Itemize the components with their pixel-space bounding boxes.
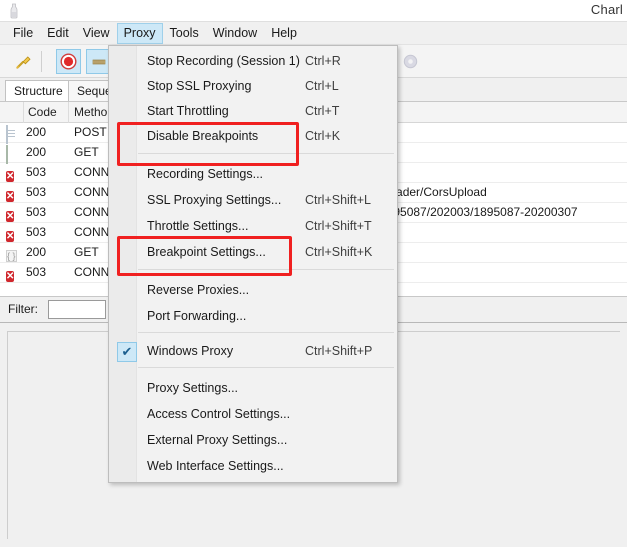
error-icon: ✕ — [6, 191, 15, 202]
charles-proxy-window: Charl File Edit View Proxy Tools Window … — [0, 0, 627, 547]
menu-bar: File Edit View Proxy Tools Window Help — [0, 22, 627, 45]
menu-file[interactable]: File — [6, 23, 40, 44]
filter-label: Filter: — [8, 302, 38, 316]
document-icon — [6, 125, 20, 144]
menu-item-label: Access Control Settings... — [147, 407, 291, 421]
proxy-dropdown-menu: Stop Recording (Session 1) Ctrl+R Stop S… — [108, 45, 398, 483]
cell-code: 503 — [26, 205, 47, 219]
menu-item-accelerator: Ctrl+Shift+K — [305, 245, 373, 259]
menu-item-accelerator: Ctrl+T — [305, 104, 340, 118]
menu-item-reverse-proxies[interactable]: Reverse Proxies... — [109, 279, 397, 303]
cell-code: 200 — [26, 245, 47, 259]
menu-item-label: Disable Breakpoints — [147, 129, 259, 143]
window-title: Charl — [590, 2, 623, 17]
menu-item-disable-breakpoints[interactable]: Disable Breakpoints Ctrl+K — [109, 125, 397, 149]
menu-item-stop-ssl-proxying[interactable]: Stop SSL Proxying Ctrl+L — [109, 75, 397, 99]
menu-edit[interactable]: Edit — [40, 23, 76, 44]
menu-item-label: Start Throttling — [147, 104, 229, 118]
record-toggle-button[interactable] — [56, 49, 81, 74]
menu-tools[interactable]: Tools — [163, 23, 206, 44]
menu-separator — [138, 332, 394, 333]
error-icon: ✕ — [6, 211, 15, 222]
image-icon — [6, 145, 20, 164]
menu-item-label: Port Forwarding... — [147, 309, 247, 323]
menu-item-accelerator: Ctrl+Shift+P — [305, 344, 373, 358]
filter-input[interactable] — [49, 301, 105, 319]
cell-code: 503 — [26, 185, 47, 199]
menu-item-port-forwarding[interactable]: Port Forwarding... — [109, 305, 397, 329]
cell-code: 200 — [26, 145, 47, 159]
check-icon: ✔ — [117, 342, 137, 362]
throttle-icon — [92, 59, 105, 64]
menu-item-breakpoint-settings[interactable]: Breakpoint Settings... Ctrl+Shift+K — [109, 241, 397, 265]
menu-item-accelerator: Ctrl+Shift+L — [305, 193, 372, 207]
menu-proxy[interactable]: Proxy — [116, 23, 163, 44]
error-icon: ✕ — [6, 271, 15, 282]
column-header-method[interactable]: Metho — [74, 105, 107, 119]
cell-method: CONN — [74, 205, 110, 219]
header-divider — [68, 102, 69, 123]
cell-method: GET — [74, 245, 99, 259]
gear-icon — [403, 54, 418, 69]
broom-icon — [15, 55, 31, 69]
cell-method: CONN — [74, 265, 110, 279]
menu-separator — [138, 153, 394, 154]
menu-view[interactable]: View — [76, 23, 117, 44]
menu-item-label: Windows Proxy — [147, 344, 234, 358]
error-icon: ✕ — [6, 171, 15, 182]
record-icon — [60, 53, 77, 70]
menu-item-accelerator: Ctrl+R — [305, 54, 341, 68]
menu-item-access-control-settings[interactable]: Access Control Settings... — [109, 403, 397, 427]
menu-item-throttle-settings[interactable]: Throttle Settings... Ctrl+Shift+T — [109, 215, 397, 239]
cell-method: POST — [74, 125, 107, 139]
cell-method: CONN — [74, 165, 110, 179]
menu-item-web-interface-settings[interactable]: Web Interface Settings... — [109, 455, 397, 479]
menu-separator — [138, 269, 394, 270]
header-divider — [23, 102, 24, 123]
menu-item-label: Stop Recording (Session 1) — [147, 54, 300, 68]
toolbar-separator — [41, 51, 42, 72]
menu-item-accelerator: Ctrl+Shift+T — [305, 219, 372, 233]
menu-item-label: Recording Settings... — [147, 167, 264, 181]
menu-help[interactable]: Help — [264, 23, 304, 44]
menu-item-proxy-settings[interactable]: Proxy Settings... — [109, 377, 397, 401]
settings-button[interactable] — [398, 49, 423, 74]
menu-item-start-throttling[interactable]: Start Throttling Ctrl+T — [109, 100, 397, 124]
menu-item-label: Stop SSL Proxying — [147, 79, 252, 93]
cell-method: GET — [74, 145, 99, 159]
tab-structure[interactable]: Structure — [5, 80, 72, 101]
title-bar: Charl — [0, 0, 627, 22]
menu-item-ssl-proxying-settings[interactable]: SSL Proxying Settings... Ctrl+Shift+L — [109, 189, 397, 213]
menu-item-accelerator: Ctrl+K — [305, 129, 341, 143]
menu-item-recording-settings[interactable]: Recording Settings... — [109, 163, 397, 187]
cell-code: 503 — [26, 165, 47, 179]
menu-item-windows-proxy[interactable]: ✔ Windows Proxy Ctrl+Shift+P — [109, 340, 397, 364]
menu-separator — [138, 367, 394, 368]
menu-item-stop-recording[interactable]: Stop Recording (Session 1) Ctrl+R — [109, 50, 397, 74]
menu-item-label: Breakpoint Settings... — [147, 245, 266, 259]
cell-method: CONN — [74, 185, 110, 199]
cell-code: 200 — [26, 125, 47, 139]
clear-session-button[interactable] — [10, 49, 35, 74]
cell-method: CONN — [74, 225, 110, 239]
menu-item-external-proxy-settings[interactable]: External Proxy Settings... — [109, 429, 397, 453]
charles-bottle-icon — [10, 3, 18, 19]
menu-window[interactable]: Window — [206, 23, 264, 44]
cell-code: 503 — [26, 225, 47, 239]
menu-item-accelerator: Ctrl+L — [305, 79, 339, 93]
error-icon: ✕ — [6, 231, 15, 242]
menu-item-label: Web Interface Settings... — [147, 459, 284, 473]
menu-item-label: External Proxy Settings... — [147, 433, 288, 447]
cell-code: 503 — [26, 265, 47, 279]
filter-input-wrapper[interactable] — [48, 300, 106, 319]
menu-item-label: SSL Proxying Settings... — [147, 193, 282, 207]
json-icon: { } — [6, 250, 17, 262]
column-header-code[interactable]: Code — [28, 105, 57, 119]
menu-item-label: Proxy Settings... — [147, 381, 239, 395]
menu-item-label: Throttle Settings... — [147, 219, 249, 233]
menu-item-label: Reverse Proxies... — [147, 283, 250, 297]
